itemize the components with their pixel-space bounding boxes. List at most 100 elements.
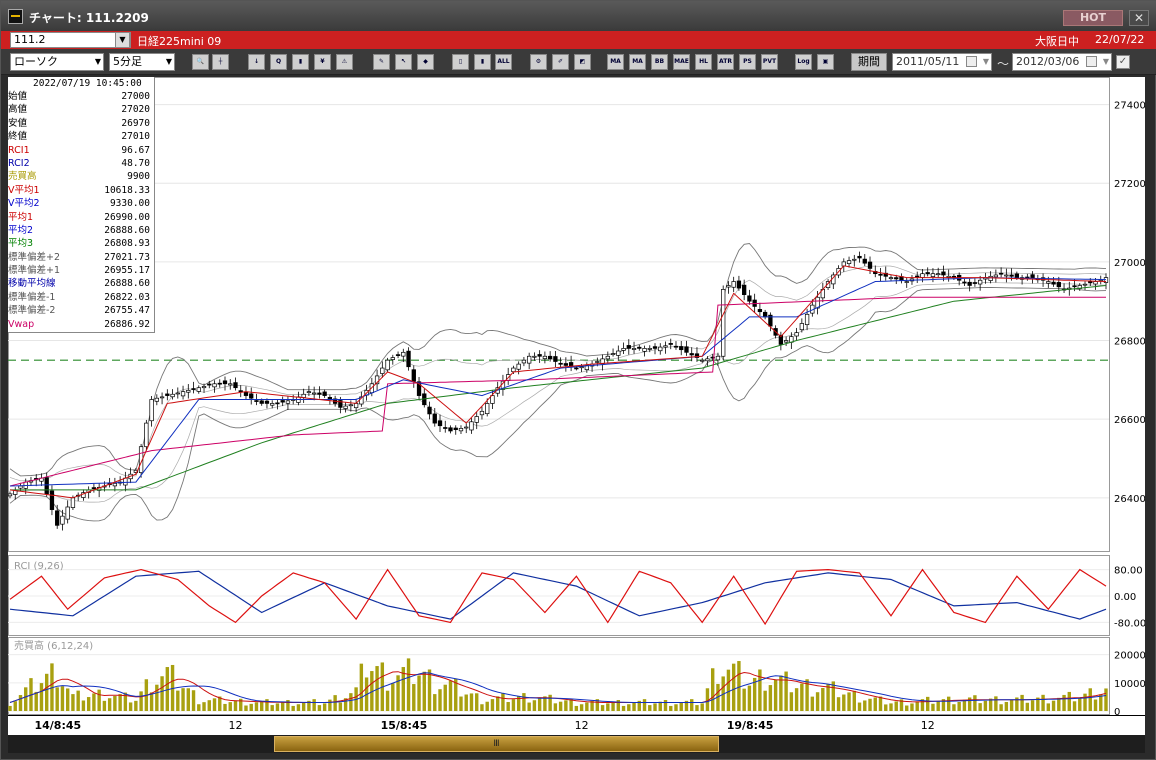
volume-bar (842, 694, 846, 711)
toolbar: ローソク ▼ 5分足 ▼ 🔍 ┼ ↓ Q ▮ ¥ ⚠ ✎ ↖ ◆ ▯ ▮ ALL ⚙ ✐ ◩ MA MA BB MAE HL… (1, 49, 1156, 75)
candle-body (453, 427, 458, 431)
candle-body (553, 356, 558, 362)
candle-body (18, 485, 23, 489)
period-button[interactable]: 期間 (851, 53, 887, 71)
close-icon[interactable]: ✕ (1129, 10, 1149, 26)
data-row-label: 標準偏差-2 (8, 305, 56, 317)
candle-body (259, 400, 264, 404)
draw-down-button[interactable]: ↓ (248, 54, 265, 70)
yen-button[interactable]: ¥ (314, 54, 331, 70)
zoom-button[interactable]: 🔍 (192, 54, 209, 70)
app-chart-icon (8, 9, 23, 24)
candle-body (799, 323, 804, 331)
volume-bar (847, 692, 851, 711)
pvt-button[interactable]: PVT (761, 54, 778, 70)
timeframe-select[interactable]: 5分足 ▼ (109, 53, 175, 71)
candle-body (275, 402, 280, 405)
candle-body (264, 400, 270, 404)
date-to-field[interactable]: 2012/03/06 ▼ (1012, 53, 1112, 71)
pen-button[interactable]: ✎ (373, 54, 390, 70)
data-row: RCI1 96.67 (8, 144, 154, 157)
candle-body (537, 354, 542, 357)
log-button[interactable]: Log (795, 54, 812, 70)
hl-button[interactable]: HL (695, 54, 712, 70)
candle-body (867, 261, 873, 269)
candle-body (658, 346, 663, 352)
candle-body (191, 388, 196, 390)
candle-body (254, 400, 259, 402)
candle-body (637, 346, 642, 349)
chart-area[interactable]: 27400 27200 27000 26800 26600 26400 80.00 0.00 -… (8, 77, 1145, 715)
data-rows: 始値 27000 高値 27020 安値 26970 終値 27010 RCI1 96.67 RCI… (8, 90, 154, 331)
volume-bar (642, 699, 647, 711)
settings-button[interactable]: ⚙ (530, 54, 547, 70)
volume-bar (176, 690, 180, 711)
data-row: Vwap 26886.92 (8, 318, 154, 331)
bar-button[interactable]: ▮ (292, 54, 309, 70)
volume-bar (1062, 694, 1066, 711)
chart-type-select[interactable]: ローソク ▼ (10, 53, 104, 71)
candle-body (228, 383, 233, 386)
volume-bar (868, 698, 872, 711)
crosshair-button[interactable]: ┼ (212, 54, 229, 70)
candle-body (988, 275, 993, 281)
candle-button-1[interactable]: ▯ (452, 54, 469, 70)
title-bar[interactable]: チャート: 111.2209 HOT ✕ (1, 1, 1156, 31)
price-tick-label: 26800 (1114, 337, 1145, 348)
time-axis: 14/8:45 12 15/8:45 12 19/8:45 12 (8, 715, 1145, 735)
date-from-field[interactable]: 2011/05/11 ▼ (892, 53, 992, 71)
hot-button[interactable]: HOT (1063, 10, 1123, 26)
candle-body (967, 281, 972, 286)
candle-body (894, 277, 899, 280)
bollinger-lower2-line (9, 286, 1107, 522)
data-row-label: RCI2 (8, 157, 30, 169)
chart-scrollbar[interactable]: Ⅲ (8, 735, 1145, 753)
volume-bar (71, 694, 75, 711)
symbol-dropdown-icon[interactable]: ▼ (115, 32, 130, 48)
select-button[interactable]: ↖ (395, 54, 412, 70)
save-button[interactable]: ▣ (817, 54, 834, 70)
candle-body (233, 382, 238, 389)
volume-bar (490, 699, 495, 711)
data-row: V平均1 10618.33 (8, 184, 154, 197)
all-button[interactable]: ALL (495, 54, 512, 70)
period-checkbox[interactable]: ✓ (1116, 55, 1130, 69)
candle-body (857, 255, 862, 259)
search-button[interactable]: Q (270, 54, 287, 70)
chart-canvas[interactable]: 27400 27200 27000 26800 26600 26400 80.00 0.00 -… (8, 77, 1145, 715)
volume-bar (999, 704, 1003, 711)
bb-button[interactable]: BB (651, 54, 668, 70)
ma-button[interactable]: MA (629, 54, 646, 70)
ppar-button[interactable]: PS (739, 54, 756, 70)
volume-bar (223, 703, 227, 711)
candle-body (432, 413, 437, 424)
scrollbar-thumb[interactable]: Ⅲ (274, 736, 719, 752)
candle-body (312, 392, 317, 395)
calendar-icon[interactable] (1086, 56, 1097, 67)
volume-bar (155, 684, 159, 711)
eraser-button[interactable]: ◆ (417, 54, 434, 70)
atr-button[interactable]: ATR (717, 54, 734, 70)
volume-bar (815, 692, 820, 711)
symbol-code-input[interactable]: 111.2 (10, 32, 131, 48)
data-row-label: 高値 (8, 104, 28, 116)
candle-body (721, 289, 726, 357)
brush-button[interactable]: ✐ (552, 54, 569, 70)
mae-button[interactable]: MAE (673, 54, 690, 70)
candle-body (993, 274, 999, 278)
warning-button[interactable]: ⚠ (336, 54, 353, 70)
candle-body (395, 354, 401, 356)
volume-bar (952, 704, 956, 711)
mamf-button[interactable]: MA (607, 54, 624, 70)
candle-body (521, 359, 527, 364)
volume-bar (475, 693, 479, 711)
volume-tick-label: 10000 (1114, 679, 1145, 690)
color-button[interactable]: ◩ (574, 54, 591, 70)
candle-body (631, 348, 637, 350)
data-row: 標準偏差+1 26955.17 (8, 264, 154, 277)
calendar-icon[interactable] (966, 56, 977, 67)
candle-button-2[interactable]: ▮ (474, 54, 491, 70)
volume-bar (86, 697, 91, 711)
candle-body (663, 345, 668, 348)
data-row: 高値 27020 (8, 103, 154, 116)
